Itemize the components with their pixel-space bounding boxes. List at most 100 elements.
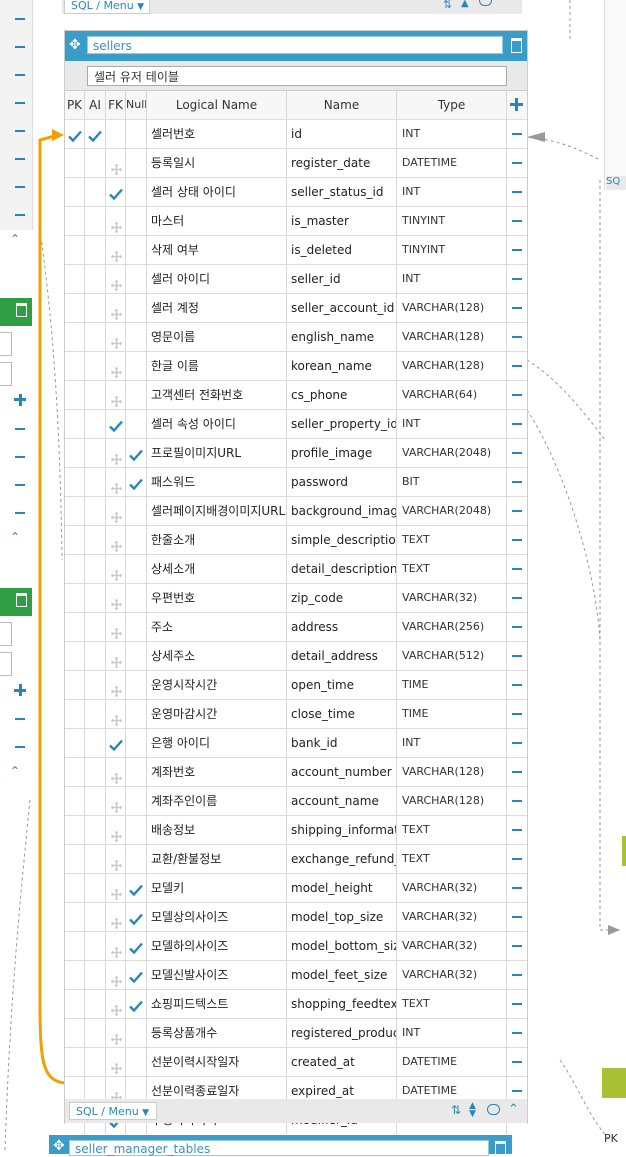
type-cell[interactable]: TIME [397, 671, 507, 699]
logical-name-cell[interactable]: 고객센터 전화번호 [147, 381, 287, 409]
logical-name-cell[interactable]: 한줄소개 [147, 526, 287, 554]
pk-cell[interactable] [65, 845, 85, 873]
pk-cell[interactable] [65, 236, 85, 264]
collapse-icon[interactable]: ⌃ [508, 1102, 519, 1117]
remove-column-button[interactable] [507, 120, 527, 148]
fk-cell[interactable] [106, 1019, 126, 1047]
logical-name-cell[interactable]: 모델하의사이즈 [147, 932, 287, 960]
drag-handle-icon[interactable] [111, 969, 122, 987]
pk-cell[interactable] [65, 1019, 85, 1047]
column-name-cell[interactable]: cs_phone [287, 381, 397, 409]
type-cell[interactable]: TEXT [397, 845, 507, 873]
null-cell[interactable] [126, 468, 147, 496]
comment-icon[interactable] [487, 1104, 500, 1115]
remove-column-button[interactable] [507, 700, 527, 728]
logical-name-cell[interactable]: 계좌주인이름 [147, 787, 287, 815]
null-cell[interactable] [126, 178, 147, 206]
type-cell[interactable]: TEXT [397, 816, 507, 844]
fk-cell[interactable] [106, 613, 126, 641]
type-cell[interactable]: INT [397, 120, 507, 148]
pk-cell[interactable] [65, 526, 85, 554]
null-cell[interactable] [126, 990, 147, 1018]
null-cell[interactable] [126, 584, 147, 612]
drag-handle-icon[interactable] [111, 911, 122, 929]
fk-cell[interactable] [106, 1048, 126, 1076]
column-name-cell[interactable]: profile_image [287, 439, 397, 467]
drag-handle-icon[interactable] [111, 505, 122, 523]
table-row[interactable]: 프로필이미지URL profile_image VARCHAR(2048) [65, 438, 527, 467]
pk-cell[interactable] [65, 381, 85, 409]
pk-cell[interactable] [65, 584, 85, 612]
fk-cell[interactable] [106, 990, 126, 1018]
null-cell[interactable] [126, 236, 147, 264]
drag-handle-icon[interactable] [111, 592, 122, 610]
drag-handle-icon[interactable] [111, 563, 122, 581]
type-cell[interactable]: DATETIME [397, 1048, 507, 1076]
remove-column-button[interactable] [507, 207, 527, 235]
fk-cell[interactable] [106, 120, 126, 148]
logical-name-cell[interactable]: 프로필이미지URL [147, 439, 287, 467]
fk-cell[interactable] [106, 323, 126, 351]
column-name-cell[interactable]: seller_id [287, 265, 397, 293]
fk-cell[interactable] [106, 729, 126, 757]
type-cell[interactable]: VARCHAR(128) [397, 787, 507, 815]
ai-cell[interactable] [85, 468, 106, 496]
null-cell[interactable] [126, 526, 147, 554]
logical-name-cell[interactable]: 운영마감시간 [147, 700, 287, 728]
table-row[interactable]: 패스워드 password BIT [65, 467, 527, 496]
pk-cell[interactable] [65, 729, 85, 757]
fk-cell[interactable] [106, 903, 126, 931]
pk-cell[interactable] [65, 903, 85, 931]
ai-cell[interactable] [85, 729, 106, 757]
logical-name-cell[interactable]: 모델키 [147, 874, 287, 902]
remove-column-button[interactable] [507, 729, 527, 757]
table-row[interactable]: 계좌주인이름 account_name VARCHAR(128) [65, 786, 527, 815]
type-cell[interactable]: INT [397, 1019, 507, 1047]
remove-column-button[interactable] [507, 990, 527, 1018]
type-cell[interactable]: VARCHAR(64) [397, 381, 507, 409]
table-row[interactable]: 한줄소개 simple_description TEXT [65, 525, 527, 554]
null-cell[interactable] [126, 787, 147, 815]
drag-handle-icon[interactable] [111, 1056, 122, 1074]
pk-cell[interactable] [65, 787, 85, 815]
null-cell[interactable] [126, 845, 147, 873]
null-cell[interactable] [126, 410, 147, 438]
remove-column-button[interactable] [507, 613, 527, 641]
null-cell[interactable] [126, 555, 147, 583]
pk-cell[interactable] [65, 932, 85, 960]
table-row[interactable]: 마스터 is_master TINYINT [65, 206, 527, 235]
null-cell[interactable] [126, 497, 147, 525]
ai-cell[interactable] [85, 120, 106, 148]
type-cell[interactable]: VARCHAR(256) [397, 613, 507, 641]
ai-cell[interactable] [85, 700, 106, 728]
pk-cell[interactable] [65, 816, 85, 844]
pk-cell[interactable] [65, 468, 85, 496]
pk-cell[interactable] [65, 439, 85, 467]
logical-name-cell[interactable]: 상세주소 [147, 642, 287, 670]
fk-cell[interactable] [106, 149, 126, 177]
column-name-cell[interactable]: account_number [287, 758, 397, 786]
drag-handle-icon[interactable] [111, 244, 122, 262]
drag-handle-icon[interactable] [111, 650, 122, 668]
ai-cell[interactable] [85, 207, 106, 235]
remove-column-button[interactable] [507, 236, 527, 264]
null-cell[interactable] [126, 729, 147, 757]
column-name-cell[interactable]: simple_description [287, 526, 397, 554]
pk-cell[interactable] [65, 990, 85, 1018]
remove-column-button[interactable] [507, 932, 527, 960]
ai-cell[interactable] [85, 961, 106, 989]
type-cell[interactable]: VARCHAR(128) [397, 323, 507, 351]
table-row[interactable]: 한글 이름 korean_name VARCHAR(128) [65, 351, 527, 380]
null-cell[interactable] [126, 932, 147, 960]
remove-column-button[interactable] [507, 468, 527, 496]
fk-cell[interactable] [106, 932, 126, 960]
remove-column-button[interactable] [507, 671, 527, 699]
ai-cell[interactable] [85, 410, 106, 438]
remove-column-button[interactable] [507, 381, 527, 409]
column-name-cell[interactable]: english_name [287, 323, 397, 351]
drag-handle-icon[interactable] [111, 157, 122, 175]
logical-name-cell[interactable]: 선분이력시작일자 [147, 1048, 287, 1076]
logical-name-cell[interactable]: 셀러페이지배경이미지URL [147, 497, 287, 525]
table-row[interactable]: 배송정보shipping_informationTEXT [65, 815, 527, 844]
logical-name-cell[interactable]: 우편번호 [147, 584, 287, 612]
